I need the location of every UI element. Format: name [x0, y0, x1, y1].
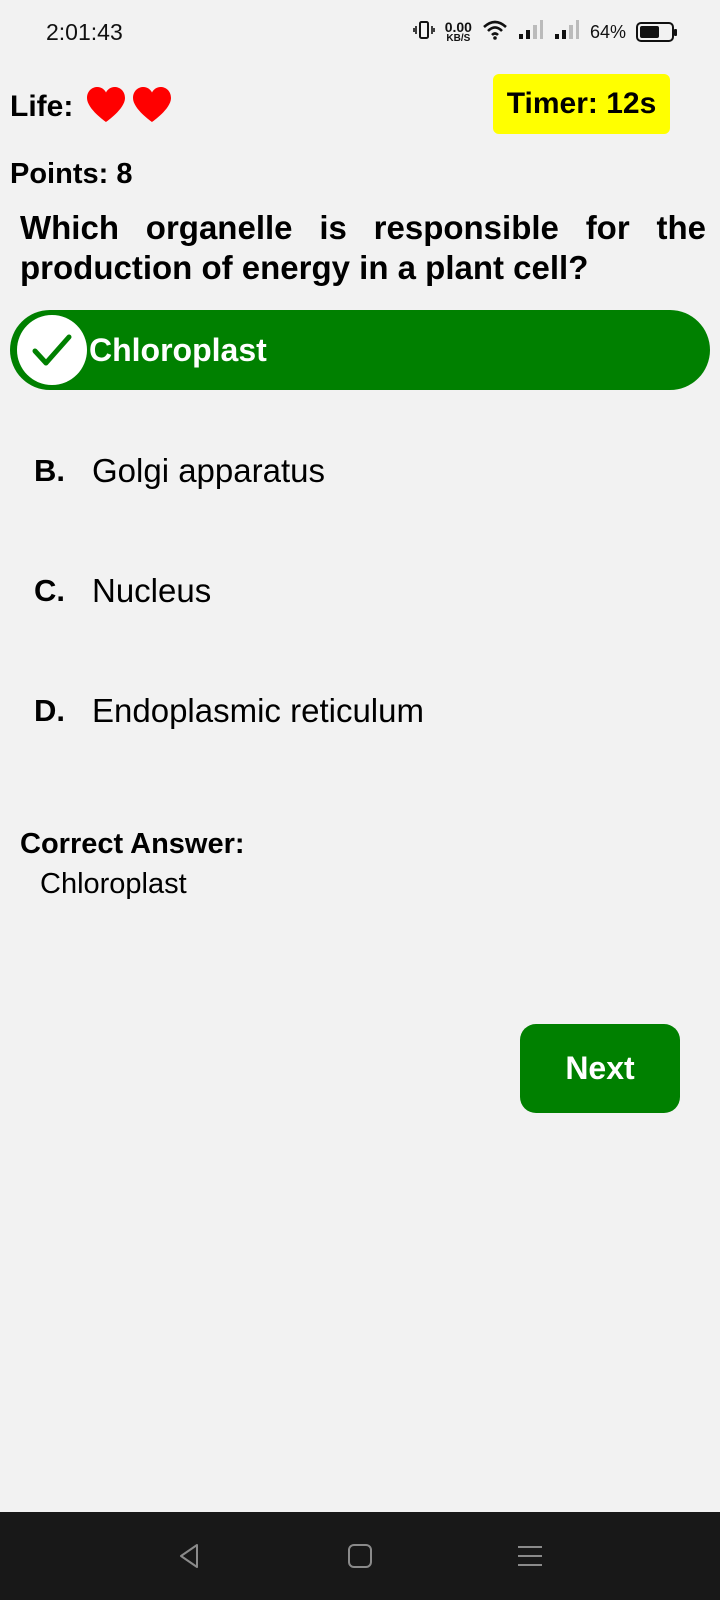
option-c-text: Nucleus: [92, 572, 212, 609]
timer-label: Timer: 12s: [506, 87, 657, 120]
wifi-icon: [482, 19, 508, 46]
net-speed: 0.00 KB/S: [445, 20, 472, 44]
points-label: Points: 8: [10, 158, 133, 190]
option-c[interactable]: C. Nucleus: [34, 566, 211, 616]
option-a-text: Chloroplast: [89, 331, 267, 368]
battery-percent: 64%: [589, 21, 626, 42]
menu-icon[interactable]: [510, 1536, 550, 1576]
home-icon[interactable]: [340, 1536, 380, 1576]
heart-icon: [131, 86, 173, 129]
net-speed-value: 0.00: [444, 19, 472, 35]
life-indicator: Life:: [10, 82, 173, 132]
checkmark-icon: [17, 315, 87, 385]
timer-badge: Timer: 12s: [493, 74, 670, 134]
vibrate-icon: [412, 19, 435, 46]
option-b-text: Golgi apparatus: [92, 452, 325, 489]
status-time: 2:01:43: [46, 18, 123, 45]
signal-icon: [554, 19, 580, 46]
option-a-correct[interactable]: Chloroplast: [10, 310, 710, 390]
battery-icon: [636, 22, 677, 42]
net-speed-unit: KB/S: [446, 33, 471, 44]
life-label: Life:: [10, 90, 74, 123]
option-d-letter: D.: [34, 693, 65, 728]
status-bar: 2:01:43 0.00 KB/S 64%: [0, 0, 720, 64]
option-b-letter: B.: [34, 453, 65, 488]
option-d[interactable]: D. Endoplasmic reticulum: [34, 686, 424, 736]
option-b[interactable]: B. Golgi apparatus: [34, 446, 325, 496]
option-d-text: Endoplasmic reticulum: [92, 692, 424, 729]
question-text: Which organelle is responsible for the p…: [20, 209, 706, 286]
heart-icon: [85, 86, 127, 129]
signal-icon: [518, 19, 544, 46]
status-icons: 0.00 KB/S 64%: [412, 19, 677, 46]
battery-fill: [640, 26, 660, 38]
next-button[interactable]: Next: [520, 1024, 680, 1113]
system-nav-bar: [0, 1512, 720, 1600]
back-icon[interactable]: [170, 1536, 210, 1576]
option-c-letter: C.: [34, 573, 65, 608]
hearts-container: [85, 86, 173, 129]
correct-answer-value: Chloroplast: [40, 868, 187, 900]
correct-answer-label: Correct Answer:: [20, 828, 245, 860]
